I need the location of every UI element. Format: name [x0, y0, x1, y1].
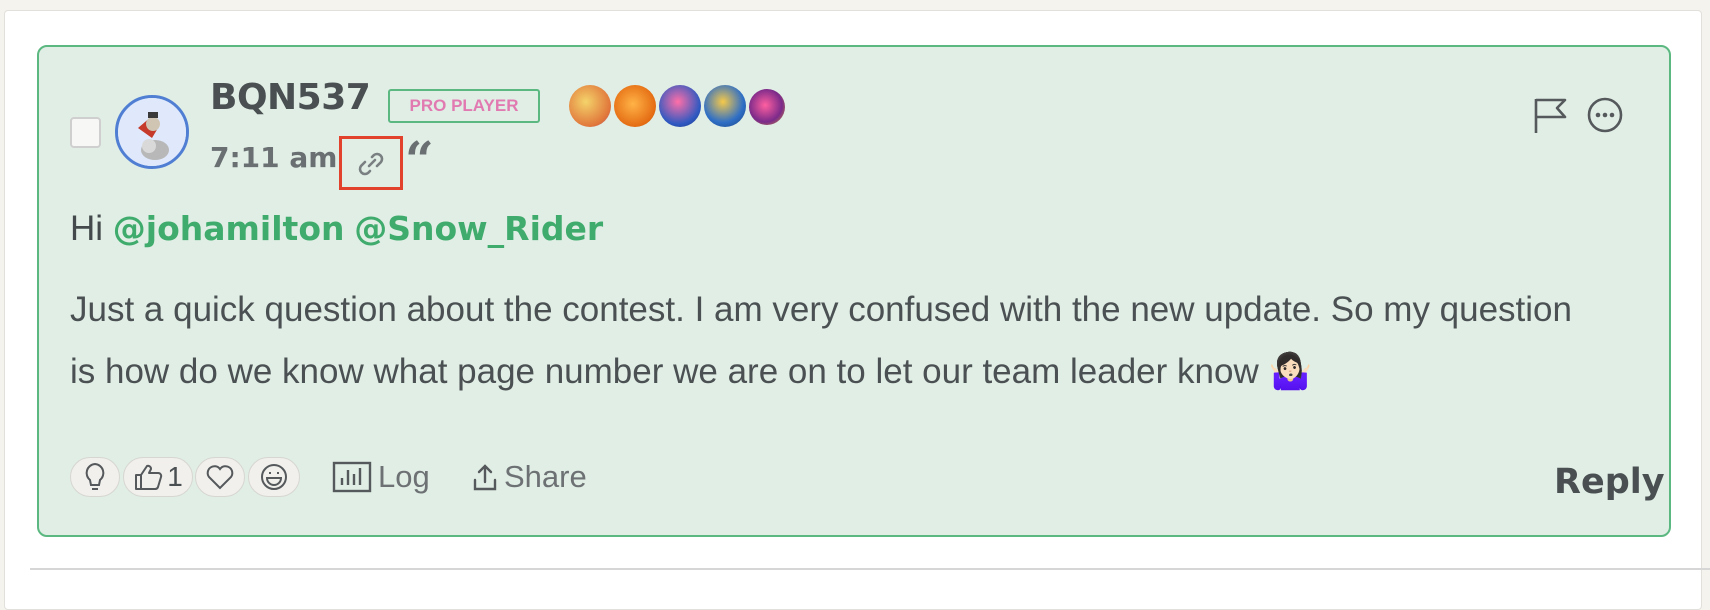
lightbulb-icon — [85, 462, 105, 490]
star-badge-icon — [749, 89, 785, 125]
select-checkbox[interactable] — [70, 117, 101, 148]
thumbs-up-icon — [135, 464, 163, 490]
post-body: Just a quick question about the contest.… — [70, 290, 1572, 391]
reaction-laugh[interactable] — [248, 457, 300, 497]
share-icon — [473, 464, 497, 491]
greeting-text: Hi — [70, 209, 104, 248]
pro-player-badge: PRO PLAYER — [388, 89, 540, 123]
reaction-like[interactable]: 1 — [123, 457, 193, 497]
mention-link[interactable]: @johamilton — [113, 209, 345, 248]
post-footer: 1 Log Share — [70, 457, 1640, 503]
reaction-lightbulb[interactable] — [70, 457, 120, 497]
like-count: 1 — [167, 461, 183, 492]
log-label: Log — [378, 459, 430, 494]
heart-icon — [206, 465, 234, 490]
log-button[interactable]: Log — [332, 457, 430, 497]
chart-icon — [332, 461, 372, 493]
laugh-icon — [261, 464, 287, 490]
reply-button[interactable]: Reply — [1554, 462, 1665, 502]
mention-link[interactable]: @Snow_Rider — [354, 209, 603, 248]
username[interactable]: BQN537 — [210, 77, 371, 118]
share-button[interactable]: Share — [472, 457, 587, 497]
avatar[interactable] — [115, 95, 189, 169]
comment-post: BQN537 PRO PLAYER 7:11 am “ Hi @johamilt… — [37, 45, 1671, 537]
link-icon[interactable] — [339, 136, 403, 190]
post-timestamp[interactable]: 7:11 am — [210, 141, 337, 174]
share-label: Share — [504, 459, 587, 494]
trophy-badge-icon — [704, 85, 746, 127]
greeting-line: Hi @johamilton @Snow_Rider — [70, 209, 603, 249]
candy-badge-icon — [659, 85, 701, 127]
flag-icon[interactable] — [1530, 95, 1570, 139]
pumpkin-badge-icon — [614, 85, 656, 127]
fruit-badge-icon — [569, 85, 611, 127]
divider — [30, 568, 1710, 570]
quote-icon[interactable]: “ — [405, 135, 434, 185]
more-options-icon[interactable] — [1585, 95, 1625, 139]
reaction-heart[interactable] — [195, 457, 245, 497]
